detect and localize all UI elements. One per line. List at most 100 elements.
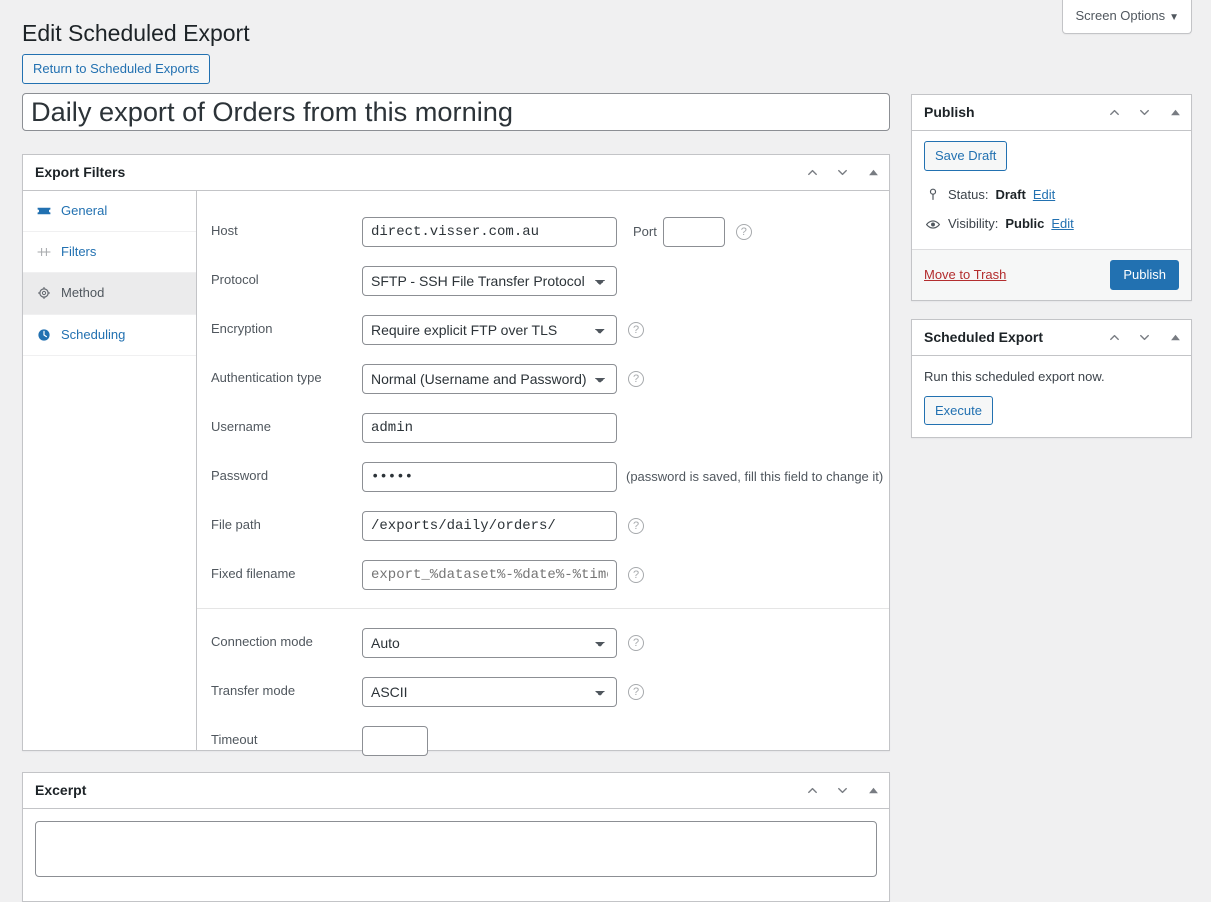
file-path-label: File path [211, 517, 261, 533]
username-input[interactable] [362, 412, 617, 443]
execute-button[interactable]: Execute [924, 395, 993, 426]
return-button-container: Return to Scheduled Exports [22, 54, 211, 84]
encryption-select[interactable]: Require explicit FTP over TLS [362, 314, 617, 345]
field-row-username: Username [197, 403, 889, 452]
username-label: Username [211, 419, 271, 435]
connection-mode-select[interactable]: Auto [362, 627, 617, 658]
pin-icon [924, 187, 941, 202]
tab-filters[interactable]: Filters [23, 232, 196, 274]
transfer-mode-select[interactable]: ASCII [362, 676, 617, 707]
connection-mode-label: Connection mode [211, 634, 313, 650]
export-filters-body: General Filters Method Scheduling Host d… [23, 191, 889, 756]
eye-icon [924, 217, 941, 232]
screen-options-label: Screen Options [1075, 8, 1166, 23]
tab-method[interactable]: Method [23, 273, 196, 315]
file-path-input[interactable] [362, 510, 617, 541]
move-up-icon[interactable] [1099, 95, 1129, 131]
export-filters-tab-list: General Filters Method Scheduling [23, 191, 197, 750]
field-row-fixed-filename: Fixed filename ? [197, 550, 889, 599]
move-to-trash-link[interactable]: Move to Trash [924, 267, 1006, 282]
chevron-down-icon: ▼ [1169, 12, 1179, 23]
help-icon-file-path[interactable]: ? [628, 517, 644, 534]
return-to-scheduled-exports-button[interactable]: Return to Scheduled Exports [22, 54, 211, 84]
excerpt-textarea[interactable] [35, 821, 877, 877]
status-value: Draft [995, 186, 1026, 202]
scheduled-export-controls [1099, 320, 1191, 355]
status-edit-link[interactable]: Edit [1033, 185, 1055, 205]
status-label: Status: [948, 186, 989, 202]
ticket-icon [35, 203, 52, 220]
visibility-edit-link[interactable]: Edit [1051, 214, 1073, 234]
move-down-icon[interactable] [827, 773, 857, 809]
export-filters-title: Export Filters [35, 163, 126, 180]
field-row-timeout: Timeout [197, 716, 889, 765]
help-icon-fixed-filename[interactable]: ? [628, 566, 644, 583]
encryption-label: Encryption [211, 321, 273, 337]
field-row-encryption: Encryption Require explicit FTP over TLS… [197, 305, 889, 354]
scheduled-export-panel: Scheduled Export Run this scheduled expo… [911, 319, 1192, 439]
toggle-panel-icon[interactable] [857, 155, 889, 191]
excerpt-panel: Excerpt [22, 772, 890, 902]
password-input[interactable] [362, 461, 617, 492]
toggle-panel-icon[interactable] [1159, 95, 1191, 131]
screen-options-button[interactable]: Screen Options ▼ [1062, 0, 1192, 35]
tab-scheduling[interactable]: Scheduling [23, 315, 196, 356]
publish-body: Save Draft Status: Draft Edit Visibility… [912, 131, 1191, 249]
clock-icon [35, 326, 52, 343]
publish-button[interactable]: Publish [1110, 259, 1179, 290]
page-title: Edit Scheduled Export [22, 20, 250, 46]
tab-scheduling-label: Scheduling [61, 326, 126, 342]
scheduled-export-description: Run this scheduled export now. [924, 369, 1105, 384]
host-label: Host [211, 223, 238, 239]
export-filters-header: Export Filters [23, 155, 889, 191]
move-up-icon[interactable] [1099, 320, 1129, 356]
field-row-protocol: Protocol SFTP - SSH File Transfer Protoc… [197, 256, 889, 305]
host-input[interactable] [362, 216, 617, 247]
move-down-icon[interactable] [1129, 95, 1159, 131]
password-note: (password is saved, fill this field to c… [626, 469, 884, 484]
help-icon-auth-type[interactable]: ? [628, 370, 644, 387]
toggle-panel-icon[interactable] [1159, 320, 1191, 356]
scheduled-export-body: Run this scheduled export now. Execute [912, 356, 1191, 437]
visibility-row: Visibility: Public Edit [924, 209, 1179, 239]
publish-panel: Publish Save Draft Status: Draft Edit Vi… [911, 94, 1192, 301]
screen-options-container: Screen Options ▼ [1062, 0, 1192, 35]
help-icon-transfer-mode[interactable]: ? [628, 683, 644, 700]
timeout-input[interactable] [362, 725, 428, 756]
fixed-filename-input[interactable] [362, 559, 617, 590]
auth-type-select[interactable]: Normal (Username and Password) [362, 363, 617, 394]
publish-title: Publish [924, 103, 975, 120]
help-icon-encryption[interactable]: ? [628, 321, 644, 338]
visibility-label: Visibility: [948, 216, 999, 232]
status-row: Status: Draft Edit [924, 180, 1179, 210]
toggle-panel-icon[interactable] [857, 773, 889, 809]
tab-general[interactable]: General [23, 191, 196, 233]
move-up-icon[interactable] [797, 773, 827, 809]
field-row-host: Host Port ? [197, 207, 889, 256]
timeout-label: Timeout [211, 732, 258, 748]
filter-icon [35, 244, 52, 261]
excerpt-header: Excerpt [23, 773, 889, 809]
tab-general-label: General [61, 203, 108, 218]
protocol-select[interactable]: SFTP - SSH File Transfer Protocol [362, 265, 617, 296]
visibility-value: Public [1005, 216, 1045, 232]
publish-header: Publish [912, 95, 1191, 131]
tab-method-label: Method [61, 285, 105, 301]
export-title-input[interactable] [22, 93, 890, 131]
excerpt-title: Excerpt [35, 781, 87, 798]
move-up-icon[interactable] [797, 155, 827, 191]
method-settings-form: Host Port ? Protocol SFTP - SSH File Tra… [197, 191, 889, 756]
port-label: Port [633, 224, 657, 239]
publish-controls [1099, 95, 1191, 130]
field-row-transfer-mode: Transfer mode ASCII ? [197, 667, 889, 716]
save-draft-container: Save Draft [924, 141, 1179, 171]
field-row-file-path: File path ? [197, 501, 889, 550]
move-down-icon[interactable] [827, 155, 857, 191]
help-icon-connection-mode[interactable]: ? [628, 634, 644, 651]
protocol-label: Protocol [211, 272, 259, 288]
section-divider [197, 608, 889, 609]
move-down-icon[interactable] [1129, 320, 1159, 356]
save-draft-button[interactable]: Save Draft [924, 141, 1008, 171]
help-icon-host[interactable]: ? [735, 223, 752, 240]
port-input[interactable] [662, 216, 725, 247]
